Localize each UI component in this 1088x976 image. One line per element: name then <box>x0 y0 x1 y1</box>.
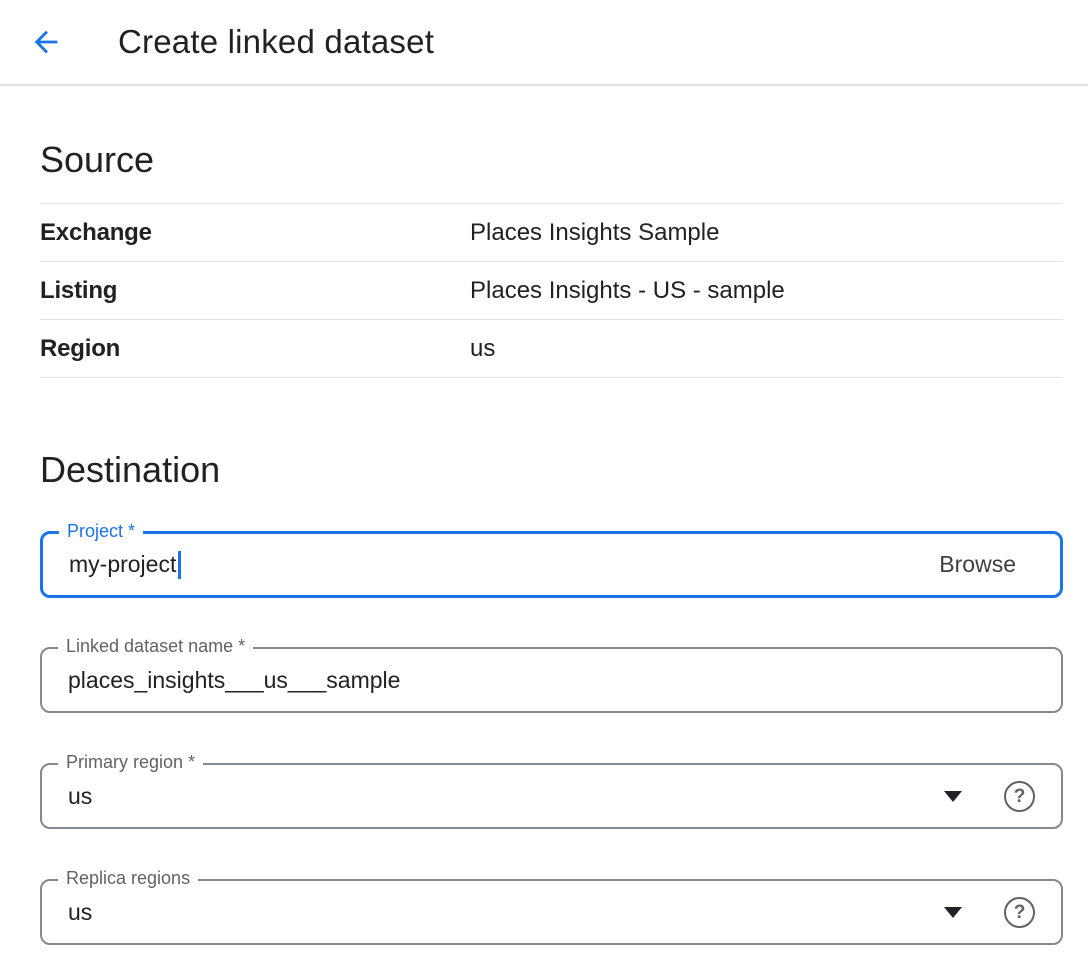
exchange-label: Exchange <box>40 219 470 247</box>
project-field-label: Project * <box>59 521 143 542</box>
replica-regions-label: Replica regions <box>58 868 198 889</box>
replica-regions-select[interactable]: Replica regions us ? <box>40 879 1063 945</box>
region-value: us <box>470 335 495 363</box>
source-table: Exchange Places Insights Sample Listing … <box>40 203 1063 378</box>
table-row-region: Region us <box>40 320 1063 378</box>
replica-regions-value: us <box>68 899 92 926</box>
table-row-exchange: Exchange Places Insights Sample <box>40 204 1063 262</box>
table-row-listing: Listing Places Insights - US - sample <box>40 262 1063 320</box>
page-title: Create linked dataset <box>118 23 434 61</box>
text-cursor <box>178 551 181 579</box>
linked-dataset-name-field[interactable]: Linked dataset name * places_insights___… <box>40 647 1063 713</box>
help-circle-icon[interactable]: ? <box>1004 897 1035 928</box>
project-field[interactable]: Project * my-project Browse <box>40 531 1063 598</box>
arrow-back-icon <box>29 25 63 59</box>
primary-region-select[interactable]: Primary region * us ? <box>40 763 1063 829</box>
destination-section-heading: Destination <box>40 446 1063 494</box>
back-button[interactable] <box>26 22 66 62</box>
source-section-heading: Source <box>40 136 1063 184</box>
chevron-down-icon <box>944 907 962 918</box>
listing-value: Places Insights - US - sample <box>470 277 785 305</box>
project-input[interactable]: my-project <box>69 551 176 578</box>
main-content: Source Exchange Places Insights Sample L… <box>0 136 1088 945</box>
primary-region-value: us <box>68 783 92 810</box>
help-circle-icon[interactable]: ? <box>1004 781 1035 812</box>
linked-dataset-name-label: Linked dataset name * <box>58 636 253 657</box>
region-label: Region <box>40 335 470 363</box>
chevron-down-icon <box>944 791 962 802</box>
browse-button[interactable]: Browse <box>937 547 1018 582</box>
exchange-value: Places Insights Sample <box>470 219 719 247</box>
linked-dataset-name-input[interactable]: places_insights___us___sample <box>68 667 400 694</box>
page-header: Create linked dataset <box>0 0 1088 86</box>
primary-region-label: Primary region * <box>58 752 203 773</box>
listing-label: Listing <box>40 277 470 305</box>
